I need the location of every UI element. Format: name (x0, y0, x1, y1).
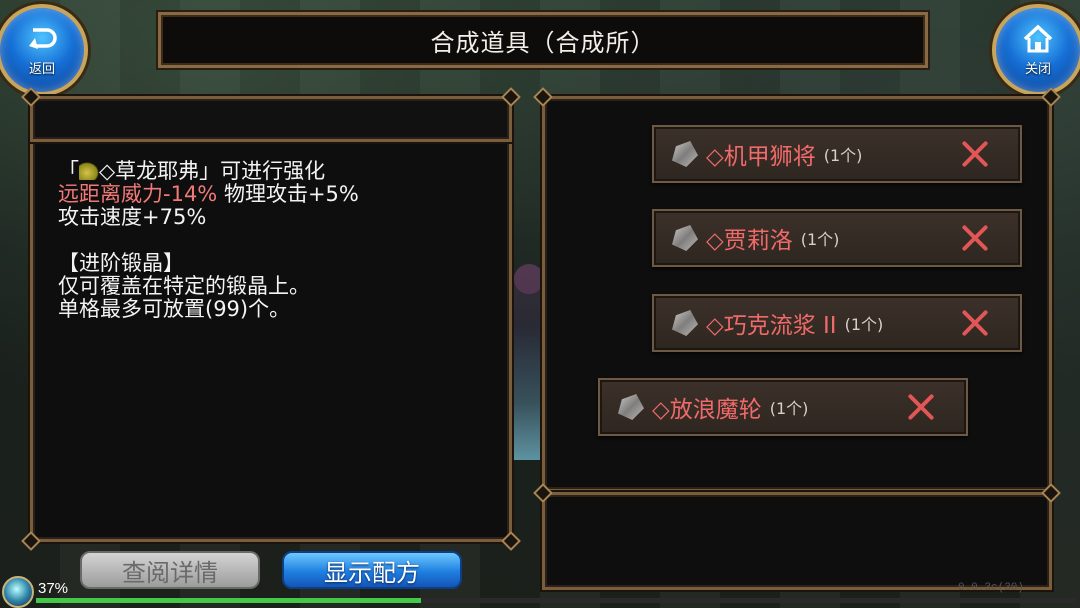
material-item[interactable]: ◇机甲狮将 (1个) (652, 125, 1022, 183)
crystal-shard-icon (672, 310, 698, 336)
bracket-open: 「 (58, 159, 79, 183)
description-line: 单格最多可放置(99)个。 (58, 297, 291, 321)
material-name: ◇机甲狮将 (706, 144, 816, 170)
title-bar: 合成道具（合成所） (158, 12, 928, 68)
description-line: 「 ◇草龙耶弗」可进行强化 (58, 160, 498, 183)
back-button[interactable]: 返回 (0, 4, 88, 96)
description-line: 【进阶锻晶】 (58, 251, 184, 275)
material-name: ◇放浪魔轮 (652, 397, 762, 423)
close-button[interactable]: 关闭 (992, 4, 1080, 96)
description-line: 攻击速度+75% (58, 205, 207, 229)
crystal-shard-icon (672, 141, 698, 167)
leaf-item-icon (79, 162, 99, 180)
material-count: (1个) (844, 315, 884, 334)
crystal-shard-icon (672, 225, 698, 251)
home-icon (1023, 24, 1053, 52)
return-arrow-icon (29, 27, 57, 49)
description-panel-header (30, 96, 512, 142)
item-name-text: ◇草龙耶弗」可进行强化 (99, 159, 326, 183)
remove-material-button[interactable] (960, 308, 990, 338)
progress-bar (36, 598, 1076, 603)
stat-bonus: 物理攻击+5% (217, 182, 359, 206)
back-label: 返回 (28, 61, 55, 77)
material-count: (1个) (823, 146, 863, 165)
progress-fill (36, 598, 421, 603)
item-description: 「◇草龙耶弗」可进行强化 远距离威力-14% 物理攻击+5% 攻击速度+75% … (58, 160, 498, 321)
status-bar: 37% 0.0.3c(30) (0, 574, 1080, 608)
stat-penalty: 远距离威力-14% (58, 182, 218, 206)
remove-material-button[interactable] (906, 392, 936, 422)
remove-material-button[interactable] (960, 139, 990, 169)
version-text: 0.0.3c(30) (957, 582, 1024, 594)
material-name: ◇巧克流浆 II (706, 313, 837, 339)
material-item[interactable]: ◇贾莉洛 (1个) (652, 209, 1022, 267)
progress-percent: 37% (38, 580, 69, 597)
material-name: ◇贾莉洛 (706, 228, 793, 254)
crystal-shard-icon (618, 394, 644, 420)
close-label: 关闭 (1024, 61, 1051, 77)
material-count: (1个) (800, 230, 840, 249)
exp-orb-icon (2, 576, 34, 608)
material-item[interactable]: ◇放浪魔轮 (1个) (598, 378, 968, 436)
description-line: 仅可覆盖在特定的锻晶上。 (58, 274, 310, 298)
material-item[interactable]: ◇巧克流浆 II (1个) (652, 294, 1022, 352)
page-title: 合成道具（合成所） (430, 28, 656, 57)
description-line: 远距离威力-14% 物理攻击+5% (58, 183, 498, 206)
material-count: (1个) (769, 399, 809, 418)
remove-material-button[interactable] (960, 223, 990, 253)
